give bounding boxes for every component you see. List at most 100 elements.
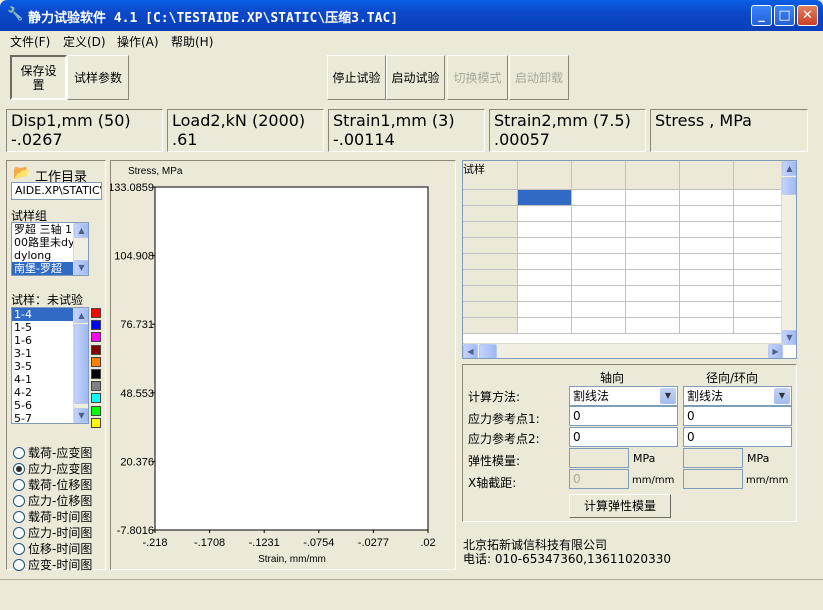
table-cell[interactable] bbox=[625, 221, 680, 238]
table-cell[interactable] bbox=[463, 317, 518, 334]
table-cell[interactable] bbox=[733, 161, 784, 190]
table-cell[interactable] bbox=[463, 237, 518, 254]
plot-mode-radio[interactable]: 载荷-时间图 bbox=[13, 508, 92, 525]
radio-dot[interactable] bbox=[13, 478, 25, 491]
table-row[interactable] bbox=[463, 317, 784, 334]
table-cell[interactable] bbox=[733, 285, 784, 302]
plot-mode-radio[interactable]: 应变-时间图 bbox=[13, 556, 92, 573]
color-swatch[interactable] bbox=[91, 369, 101, 379]
table-cell[interactable] bbox=[571, 285, 626, 302]
table-cell[interactable] bbox=[517, 317, 572, 334]
table-cell[interactable] bbox=[679, 161, 734, 190]
plot-mode-radio[interactable]: 应力-应变图 bbox=[13, 460, 92, 477]
scrollbar[interactable]: ▲ ▼ bbox=[73, 223, 88, 275]
scroll-up-icon[interactable]: ▲ bbox=[782, 161, 796, 176]
table-cell[interactable] bbox=[625, 285, 680, 302]
scroll-left-icon[interactable]: ◀ bbox=[463, 344, 478, 358]
stop-test-button[interactable]: 停止试验 bbox=[327, 55, 386, 100]
sample-table[interactable]: 试样 ▲ ▼ ◀ ▶ bbox=[462, 160, 797, 359]
table-cell[interactable] bbox=[571, 301, 626, 318]
table-cell[interactable] bbox=[625, 301, 680, 318]
sample-group-list[interactable]: 罗超 三轴 1 00路里未dy dylong 南堡-罗超 ▲ ▼ bbox=[11, 222, 89, 276]
radio-dot[interactable] bbox=[13, 446, 25, 459]
table-cell[interactable] bbox=[517, 221, 572, 238]
chevron-down-icon[interactable]: ▼ bbox=[774, 388, 790, 404]
scroll-up-icon[interactable]: ▲ bbox=[74, 223, 88, 238]
scrollbar[interactable]: ▲ ▼ bbox=[73, 308, 88, 423]
ref2-axial-input[interactable]: 0 bbox=[569, 427, 678, 447]
table-cell[interactable] bbox=[733, 237, 784, 254]
scroll-thumb[interactable] bbox=[782, 177, 796, 195]
minimize-icon[interactable]: _ bbox=[751, 5, 772, 26]
table-cell[interactable] bbox=[625, 317, 680, 334]
table-cell[interactable] bbox=[463, 189, 518, 206]
radio-dot[interactable] bbox=[13, 494, 25, 507]
app-icon[interactable]: 🔧 bbox=[7, 7, 23, 23]
table-row[interactable] bbox=[463, 269, 784, 286]
table-cell[interactable] bbox=[679, 189, 734, 206]
plot-mode-radio[interactable]: 载荷-应变图 bbox=[13, 444, 92, 461]
table-row[interactable] bbox=[463, 221, 784, 238]
ref1-radial-input[interactable]: 0 bbox=[683, 406, 792, 426]
close-icon[interactable]: ✕ bbox=[797, 5, 818, 26]
table-row[interactable] bbox=[463, 301, 784, 318]
table-cell[interactable] bbox=[517, 189, 572, 206]
table-cell[interactable] bbox=[571, 317, 626, 334]
scroll-right-icon[interactable]: ▶ bbox=[768, 344, 783, 358]
table-cell[interactable] bbox=[463, 221, 518, 238]
color-swatch[interactable] bbox=[91, 381, 101, 392]
table-cell[interactable] bbox=[733, 189, 784, 206]
table-row[interactable] bbox=[463, 189, 784, 206]
start-test-button[interactable]: 启动试验 bbox=[386, 55, 445, 100]
table-cell[interactable] bbox=[733, 221, 784, 238]
scroll-down-icon[interactable]: ▼ bbox=[782, 330, 796, 345]
table-row[interactable]: 试样 bbox=[463, 161, 784, 190]
color-swatch[interactable] bbox=[91, 344, 101, 355]
table-cell[interactable] bbox=[733, 253, 784, 270]
title-bar[interactable]: 🔧 静力试验软件 4.1 [C:\TESTAIDE.XP\STATIC\压缩3.… bbox=[0, 0, 823, 31]
table-cell[interactable] bbox=[679, 317, 734, 334]
scroll-down-icon[interactable]: ▼ bbox=[74, 408, 88, 423]
table-cell[interactable] bbox=[679, 253, 734, 270]
color-swatch[interactable] bbox=[91, 405, 101, 416]
table-cell[interactable] bbox=[517, 205, 572, 222]
radio-dot[interactable] bbox=[13, 558, 25, 571]
table-cell[interactable] bbox=[571, 253, 626, 270]
color-swatch[interactable] bbox=[91, 320, 101, 331]
table-cell[interactable] bbox=[517, 269, 572, 286]
table-cell[interactable] bbox=[463, 205, 518, 222]
folder-open-icon[interactable]: 📂 bbox=[13, 165, 33, 181]
table-cell[interactable] bbox=[625, 237, 680, 254]
plot-mode-radio[interactable]: 位移-时间图 bbox=[13, 540, 92, 557]
plot-mode-radio[interactable]: 应力-时间图 bbox=[13, 524, 92, 541]
scroll-thumb[interactable] bbox=[479, 344, 497, 358]
table-header[interactable]: 试样 bbox=[463, 161, 518, 190]
table-cell[interactable] bbox=[733, 269, 784, 286]
ref2-radial-input[interactable]: 0 bbox=[683, 427, 792, 447]
table-cell[interactable] bbox=[679, 221, 734, 238]
table-cell[interactable] bbox=[571, 221, 626, 238]
table-cell[interactable] bbox=[463, 269, 518, 286]
table-row[interactable] bbox=[463, 205, 784, 222]
save-settings-button[interactable]: 保存设置 bbox=[10, 55, 67, 100]
table-cell[interactable] bbox=[679, 301, 734, 318]
table-cell[interactable] bbox=[625, 269, 680, 286]
start-unload-button[interactable]: 启动卸载 bbox=[509, 55, 569, 100]
axial-method-select[interactable]: 割线法 ▼ bbox=[569, 386, 678, 406]
menu-operate[interactable]: 操作(A) bbox=[117, 33, 159, 50]
menu-help[interactable]: 帮助(H) bbox=[171, 33, 213, 50]
table-cell[interactable] bbox=[463, 285, 518, 302]
table-cell[interactable] bbox=[679, 237, 734, 254]
work-dir-field[interactable]: AIDE.XP\STATIC\ bbox=[11, 182, 102, 200]
table-cell[interactable] bbox=[625, 253, 680, 270]
table-cell[interactable] bbox=[517, 301, 572, 318]
table-row[interactable] bbox=[463, 237, 784, 254]
table-cell[interactable] bbox=[571, 189, 626, 206]
radio-dot[interactable] bbox=[13, 510, 25, 523]
radio-dot[interactable] bbox=[13, 462, 25, 475]
table-vscroll[interactable]: ▲ ▼ bbox=[781, 161, 796, 345]
table-grid[interactable]: 试样 bbox=[463, 161, 784, 334]
table-cell[interactable] bbox=[571, 237, 626, 254]
table-cell[interactable] bbox=[571, 161, 626, 190]
plot-mode-radio[interactable]: 应力-位移图 bbox=[13, 492, 92, 509]
